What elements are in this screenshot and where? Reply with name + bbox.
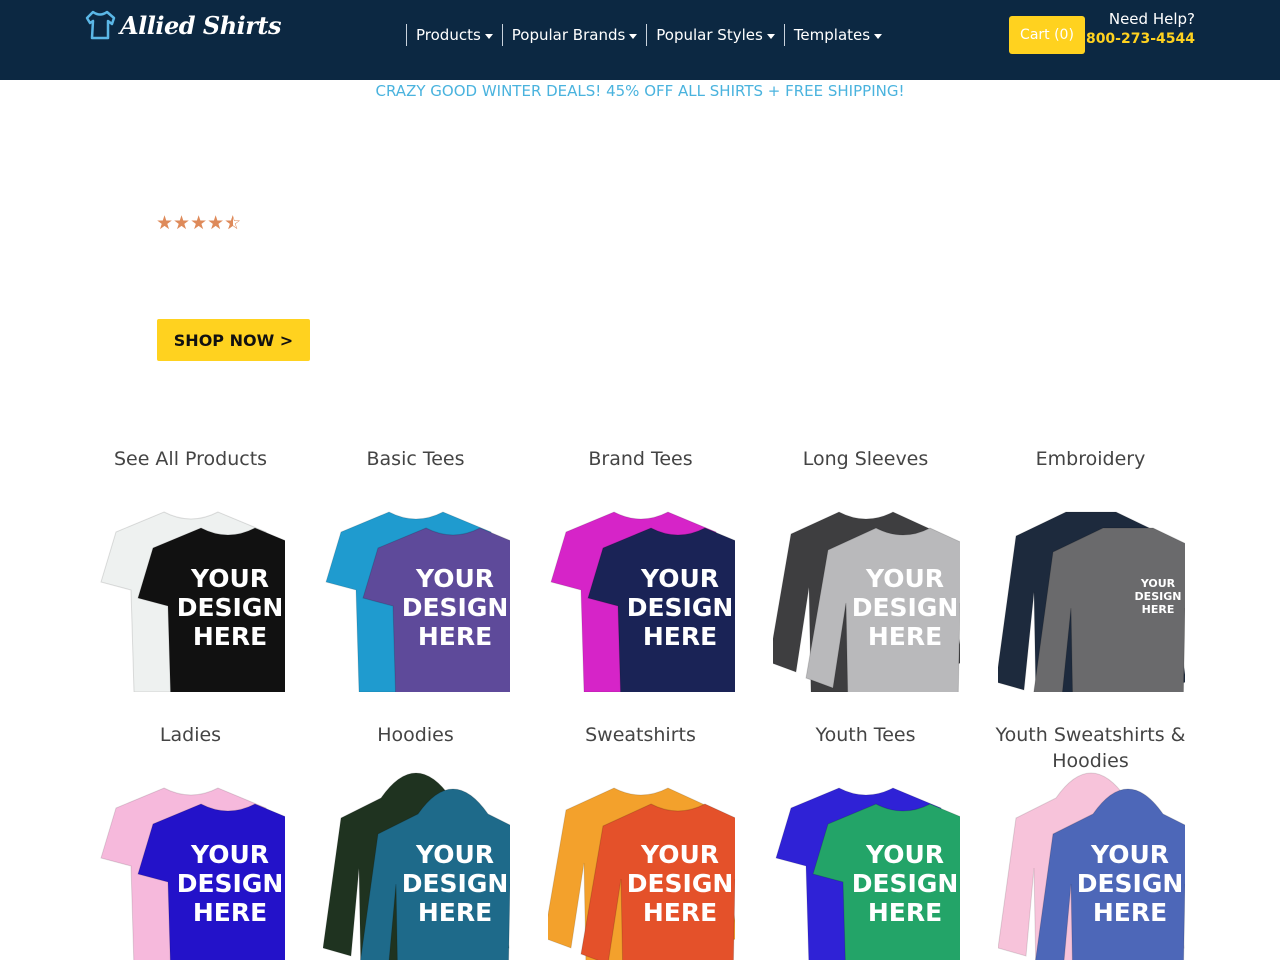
main-nav: Products Popular Brands Popular Styles T…	[406, 24, 891, 46]
design-print-text: HERE	[193, 622, 267, 651]
design-print-text: HERE	[643, 898, 717, 927]
design-print-text: DESIGN	[852, 869, 959, 898]
design-print-text: YOUR	[1090, 840, 1169, 869]
design-print-text: HERE	[868, 622, 942, 651]
star-full-icon: ★	[156, 212, 174, 234]
promo-banner[interactable]: CRAZY GOOD WINTER DEALS! 45% OFF ALL SHI…	[0, 80, 1280, 102]
nav-popular-styles[interactable]: Popular Styles	[646, 24, 784, 46]
caret-down-icon	[629, 33, 638, 39]
nav-popular-brands[interactable]: Popular Brands	[501, 24, 647, 46]
design-print-text: YOUR	[1140, 577, 1176, 590]
product-image[interactable]: YOURDESIGNHERE	[323, 768, 513, 960]
product-image[interactable]: YOURDESIGNHERE	[548, 768, 738, 960]
design-print-text: HERE	[1142, 603, 1175, 616]
site-header: Allied Shirts Products Popular Brands Po…	[0, 0, 1280, 80]
product-image[interactable]: YOURDESIGNHERE	[98, 492, 288, 692]
star-half-icon: ☆★	[224, 212, 242, 234]
design-print-text: DESIGN	[402, 593, 509, 622]
product-tile-title[interactable]: Sweatshirts	[528, 722, 753, 748]
design-print-text: YOUR	[640, 840, 719, 869]
product-tile-title[interactable]: Youth Sweatshirts & Hoodies	[978, 722, 1203, 774]
cart-button[interactable]: Cart (0)	[1009, 16, 1085, 54]
design-print-text: HERE	[868, 898, 942, 927]
product-image[interactable]: YOURDESIGNHERE	[98, 768, 288, 960]
star-full-icon: ★	[173, 212, 191, 234]
caret-down-icon	[484, 33, 493, 39]
shop-now-button[interactable]: SHOP NOW >	[157, 319, 310, 361]
nav-label: Products	[416, 26, 481, 44]
design-print-text: DESIGN	[1077, 869, 1184, 898]
product-tile-title[interactable]: Basic Tees	[303, 446, 528, 472]
star-full-icon: ★	[207, 212, 225, 234]
design-print-text: HERE	[1093, 898, 1167, 927]
design-print-text: HERE	[418, 622, 492, 651]
design-print-text: YOUR	[865, 840, 944, 869]
design-print-text: DESIGN	[177, 869, 284, 898]
design-print-text: DESIGN	[627, 869, 734, 898]
product-image[interactable]: YOURDESIGNHERE	[548, 492, 738, 692]
product-image[interactable]: YOURDESIGNHERE	[998, 768, 1188, 960]
help-phone-link[interactable]: 800-273-4544	[1086, 29, 1195, 49]
shirt-logo-icon	[85, 10, 116, 40]
design-print-text: DESIGN	[852, 593, 959, 622]
nav-label: Templates	[793, 26, 871, 44]
site-logo[interactable]: Allied Shirts	[84, 8, 282, 42]
product-tile-title[interactable]: Long Sleeves	[753, 446, 978, 472]
star-full-icon: ★	[190, 212, 208, 234]
design-print-text: DESIGN	[177, 593, 284, 622]
product-tile-title[interactable]: See All Products	[78, 446, 303, 472]
design-print-text: DESIGN	[1135, 590, 1182, 603]
design-print-text: YOUR	[865, 564, 944, 593]
nav-templates[interactable]: Templates	[783, 24, 891, 46]
design-print-text: DESIGN	[627, 593, 734, 622]
design-print-text: HERE	[643, 622, 717, 651]
design-print-text: HERE	[418, 898, 492, 927]
product-image[interactable]: YOURDESIGNHERE	[998, 492, 1188, 692]
product-tile-title[interactable]: Brand Tees	[528, 446, 753, 472]
nav-label: Popular Brands	[511, 26, 626, 44]
help-contact: Need Help? 800-273-4544	[1086, 10, 1195, 49]
design-print-text: YOUR	[190, 564, 269, 593]
product-image[interactable]: YOURDESIGNHERE	[323, 492, 513, 692]
nav-label: Popular Styles	[656, 26, 763, 44]
nav-products[interactable]: Products	[406, 24, 502, 46]
product-image[interactable]: YOURDESIGNHERE	[773, 768, 963, 960]
design-print-text: YOUR	[190, 840, 269, 869]
product-tile-title[interactable]: Embroidery	[978, 446, 1203, 472]
product-image[interactable]: YOURDESIGNHERE	[773, 492, 963, 692]
product-tile-title[interactable]: Youth Tees	[753, 722, 978, 748]
design-print-text: YOUR	[415, 564, 494, 593]
product-tile-title[interactable]: Ladies	[78, 722, 303, 748]
help-label: Need Help?	[1108, 10, 1195, 28]
design-print-text: YOUR	[640, 564, 719, 593]
star-rating: ★★★★☆★	[156, 211, 241, 235]
caret-down-icon	[874, 33, 883, 39]
design-print-text: YOUR	[415, 840, 494, 869]
logo-text: Allied Shirts	[120, 10, 282, 40]
caret-down-icon	[766, 33, 775, 39]
design-print-text: DESIGN	[402, 869, 509, 898]
product-tile-title[interactable]: Hoodies	[303, 722, 528, 748]
design-print-text: HERE	[193, 898, 267, 927]
